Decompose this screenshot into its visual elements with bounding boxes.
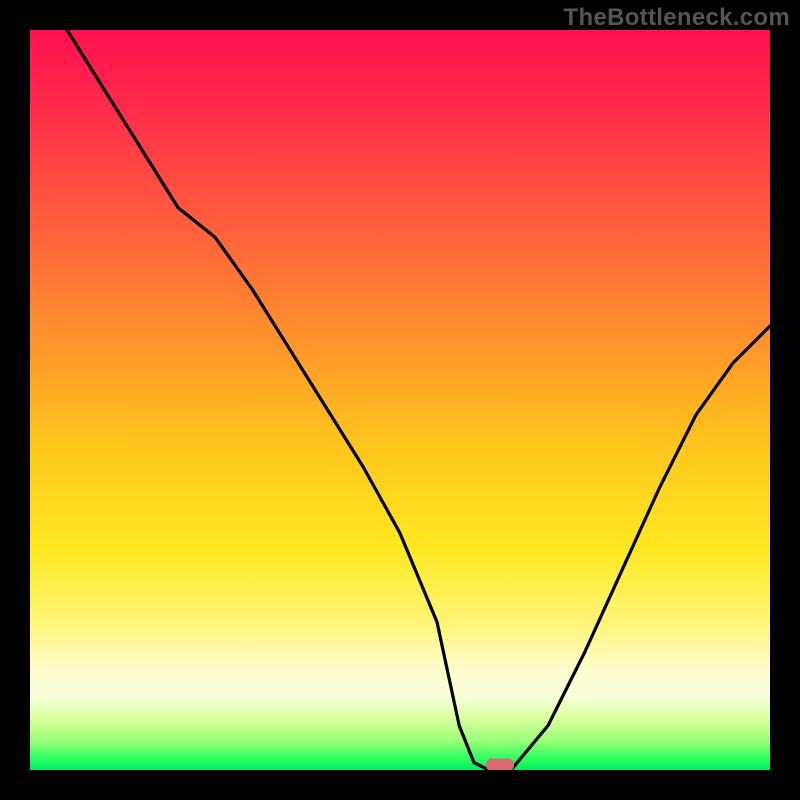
chart-frame: TheBottleneck.com [0, 0, 800, 800]
bottleneck-curve [30, 30, 770, 770]
plot-area [30, 30, 770, 770]
watermark-text: TheBottleneck.com [564, 4, 790, 32]
optimal-marker [486, 758, 514, 770]
